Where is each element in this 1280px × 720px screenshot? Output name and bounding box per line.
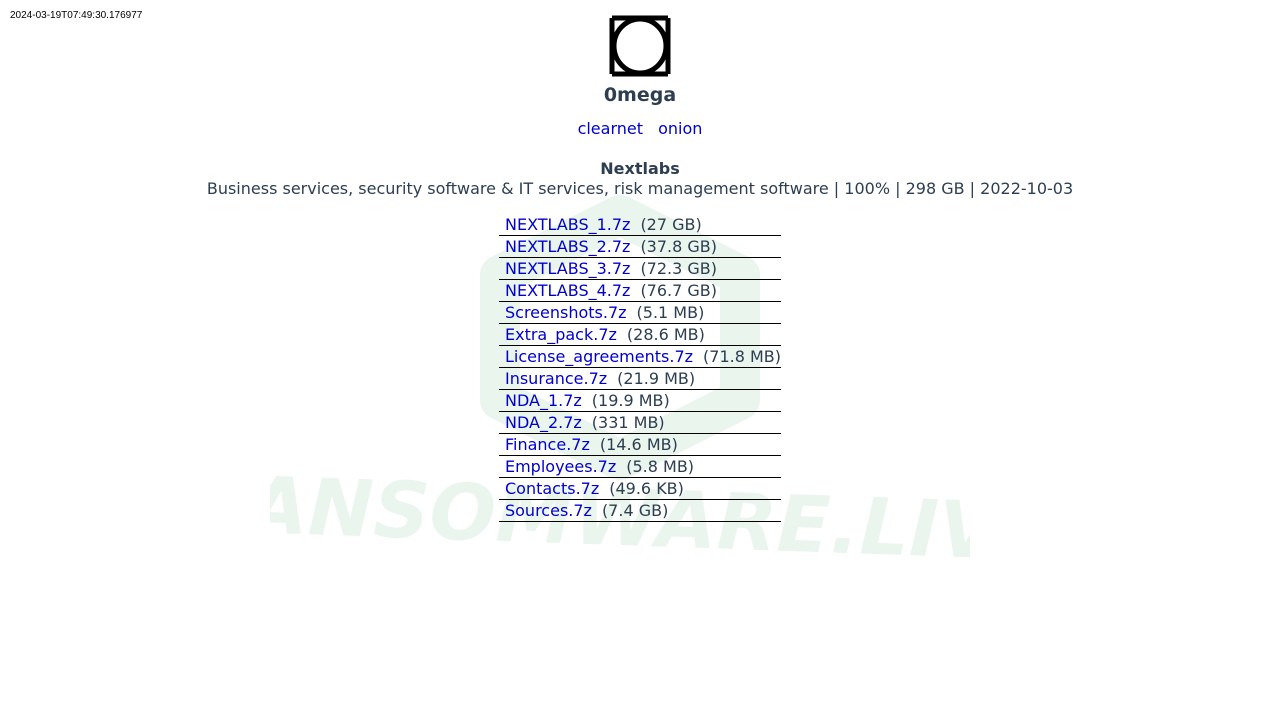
file-link[interactable]: Employees.7z bbox=[505, 457, 616, 476]
file-size: (71.8 MB) bbox=[703, 347, 782, 366]
file-cell: NDA_2.7z (331 MB) bbox=[498, 411, 782, 434]
file-cell: Employees.7z (5.8 MB) bbox=[498, 455, 782, 478]
file-row: Finance.7z (14.6 MB) bbox=[498, 433, 782, 456]
file-cell: Insurance.7z (21.9 MB) bbox=[498, 367, 782, 390]
file-size: (49.6 KB) bbox=[609, 479, 684, 498]
omega-logo-icon bbox=[609, 15, 671, 77]
file-cell: Screenshots.7z (5.1 MB) bbox=[498, 301, 782, 324]
file-size: (7.4 GB) bbox=[601, 501, 669, 520]
file-link[interactable]: NDA_1.7z bbox=[505, 391, 582, 410]
file-row: Sources.7z (7.4 GB) bbox=[498, 499, 782, 522]
brand-name: 0mega bbox=[603, 84, 677, 106]
file-cell: NEXTLABS_3.7z (72.3 GB) bbox=[498, 257, 782, 280]
file-size: (5.1 MB) bbox=[636, 303, 705, 322]
file-row: Employees.7z (5.8 MB) bbox=[498, 455, 782, 478]
file-row: NDA_1.7z (19.9 MB) bbox=[498, 389, 782, 412]
file-size: (14.6 MB) bbox=[599, 435, 678, 454]
file-cell: NEXTLABS_1.7z (27 GB) bbox=[498, 214, 782, 236]
file-cell: Sources.7z (7.4 GB) bbox=[498, 499, 782, 522]
logo bbox=[0, 0, 1280, 80]
file-link[interactable]: Screenshots.7z bbox=[505, 303, 627, 322]
file-link[interactable]: Extra_pack.7z bbox=[505, 325, 617, 344]
file-list: NEXTLABS_1.7z (27 GB) NEXTLABS_2.7z (37.8 G… bbox=[498, 214, 782, 522]
file-link[interactable]: Sources.7z bbox=[505, 501, 592, 520]
file-row: Extra_pack.7z (28.6 MB) bbox=[498, 323, 782, 346]
file-row: NEXTLABS_3.7z (72.3 GB) bbox=[498, 257, 782, 280]
file-cell: NEXTLABS_4.7z (76.7 GB) bbox=[498, 279, 782, 302]
file-row: Insurance.7z (21.9 MB) bbox=[498, 367, 782, 390]
victim-description: Business services, security software & I… bbox=[206, 179, 1074, 198]
file-size: (19.9 MB) bbox=[591, 391, 670, 410]
file-row: Contacts.7z (49.6 KB) bbox=[498, 477, 782, 500]
file-link[interactable]: NEXTLABS_3.7z bbox=[505, 259, 630, 278]
file-row: NEXTLABS_2.7z (37.8 GB) bbox=[498, 235, 782, 258]
file-link[interactable]: NEXTLABS_1.7z bbox=[505, 215, 630, 234]
file-size: (21.9 MB) bbox=[617, 369, 696, 388]
file-size: (5.8 MB) bbox=[626, 457, 695, 476]
file-cell: NEXTLABS_2.7z (37.8 GB) bbox=[498, 235, 782, 258]
file-size: (28.6 MB) bbox=[626, 325, 705, 344]
file-size: (27 GB) bbox=[640, 215, 702, 234]
file-row: NDA_2.7z (331 MB) bbox=[498, 411, 782, 434]
file-cell: Extra_pack.7z (28.6 MB) bbox=[498, 323, 782, 346]
file-cell: License_agreements.7z (71.8 MB) bbox=[498, 345, 782, 368]
file-link[interactable]: NEXTLABS_4.7z bbox=[505, 281, 630, 300]
file-link[interactable]: NEXTLABS_2.7z bbox=[505, 237, 630, 256]
file-size: (331 MB) bbox=[591, 413, 665, 432]
file-link[interactable]: Finance.7z bbox=[505, 435, 590, 454]
file-link[interactable]: Contacts.7z bbox=[505, 479, 599, 498]
file-size: (72.3 GB) bbox=[640, 259, 718, 278]
page: 2024-03-19T07:49:30.176977 RANSOMWARE.LI… bbox=[0, 0, 1280, 720]
main-content: 0mega clearnet onion Nextlabs Business s… bbox=[0, 0, 1280, 522]
file-link[interactable]: NDA_2.7z bbox=[505, 413, 582, 432]
file-cell: Contacts.7z (49.6 KB) bbox=[498, 477, 782, 500]
victim-name: Nextlabs bbox=[600, 159, 680, 178]
file-size: (37.8 GB) bbox=[640, 237, 718, 256]
file-row: Screenshots.7z (5.1 MB) bbox=[498, 301, 782, 324]
nav-links: clearnet onion bbox=[0, 119, 1280, 139]
file-cell: Finance.7z (14.6 MB) bbox=[498, 433, 782, 456]
file-row: License_agreements.7z (71.8 MB) bbox=[498, 345, 782, 368]
file-size: (76.7 GB) bbox=[640, 281, 718, 300]
file-cell: NDA_1.7z (19.9 MB) bbox=[498, 389, 782, 412]
file-link[interactable]: Insurance.7z bbox=[505, 369, 607, 388]
file-link[interactable]: License_agreements.7z bbox=[505, 347, 693, 366]
onion-link[interactable]: onion bbox=[658, 119, 702, 138]
file-row: NEXTLABS_1.7z (27 GB) bbox=[498, 214, 782, 236]
clearnet-link[interactable]: clearnet bbox=[578, 119, 643, 138]
file-row: NEXTLABS_4.7z (76.7 GB) bbox=[498, 279, 782, 302]
